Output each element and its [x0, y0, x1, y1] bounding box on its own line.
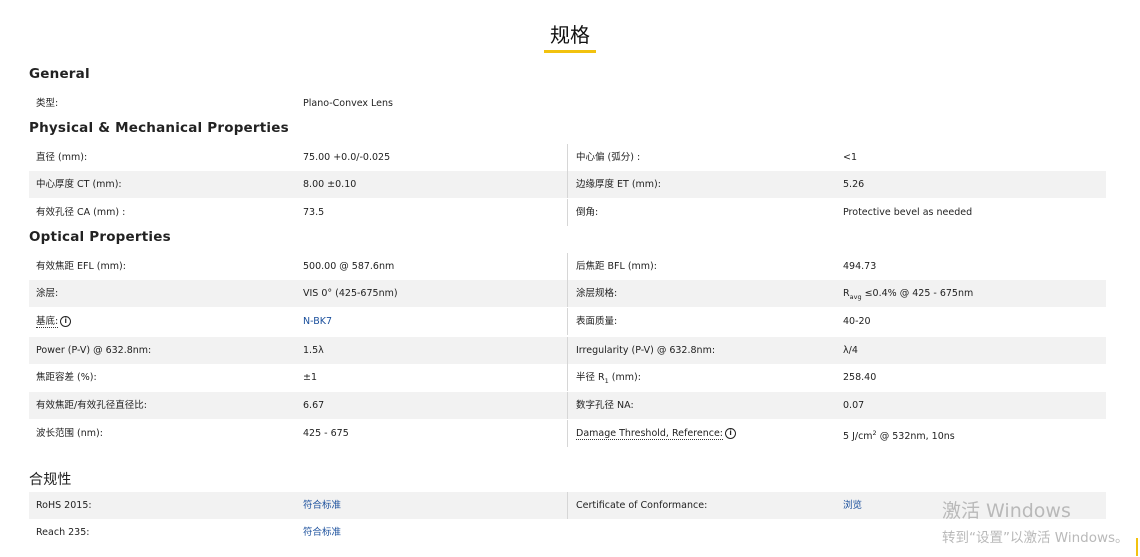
spec-label-coc: Certificate of Conformance: [576, 500, 708, 511]
coating-spec-sub: avg [849, 292, 862, 301]
radius-label-prefix: 半径 R [576, 372, 605, 383]
watermark-line2: 转到“设置”以激活 Windows。 [942, 530, 1129, 546]
section-heading-compliance: 合规性 [29, 472, 72, 488]
coating-spec-r: R [843, 288, 850, 299]
coc-view-link[interactable]: 浏览 [843, 492, 862, 519]
page-title: 规格 [544, 22, 596, 53]
column-divider [567, 280, 568, 307]
spec-label-ct: 中心厚度 CT (mm): [36, 179, 122, 190]
damage-label-text[interactable]: Damage Threshold, Reference: [576, 428, 724, 440]
section-heading-physical: Physical & Mechanical Properties [29, 120, 289, 136]
spec-value-et: 5.26 [843, 179, 865, 190]
spec-label-focal-tol: 焦距容差 (%): [36, 372, 97, 383]
column-divider [567, 171, 568, 198]
column-divider [567, 392, 568, 419]
info-icon[interactable]: i [725, 428, 737, 439]
windows-activation-watermark: 激活 Windows 转到“设置”以激活 Windows。 [942, 496, 1129, 546]
spec-label-type: 类型: [36, 98, 59, 109]
page-title-wrap: 规格 [0, 22, 1140, 53]
coating-spec-rest: ≤0.4% @ 425 - 675nm [861, 288, 974, 299]
edge-accent-mark [1136, 538, 1138, 556]
spec-value-bevel: Protective bevel as needed [843, 207, 973, 218]
spec-value-ct: 8.00 ±0.10 [303, 179, 357, 190]
spec-label-bevel: 倒角: [576, 207, 599, 218]
spec-value-na: 0.07 [843, 400, 865, 411]
column-divider [567, 144, 568, 171]
spec-label-efl: 有效焦距 EFL (mm): [36, 261, 126, 272]
spec-row-coating: 涂层: VIS 0° (425-675nm) 涂层规格: Ravg ≤0.4% … [29, 280, 1106, 307]
spec-label-power: Power (P-V) @ 632.8nm: [36, 345, 152, 356]
spec-value-power: 1.5λ [303, 345, 324, 356]
column-divider [567, 308, 568, 335]
column-divider [567, 337, 568, 364]
spec-label-coating-spec: 涂层规格: [576, 288, 618, 299]
spec-value-damage: 5 J/cm2 @ 532nm, 10ns [843, 420, 955, 450]
spec-label-ca: 有效孔径 CA (mm) : [36, 207, 126, 218]
spec-row-aperture: 有效孔径 CA (mm) : 73.5 倒角: Protective bevel… [29, 199, 1106, 226]
spec-value-fnum: 6.67 [303, 400, 325, 411]
spec-label-radius: 半径 R1 (mm): [576, 364, 641, 395]
spec-value-type: Plano-Convex Lens [303, 98, 393, 109]
spec-label-centering: 中心偏 (弧分) : [576, 152, 641, 163]
watermark-line1: 激活 Windows [942, 500, 1071, 522]
spec-value-coating-spec: Ravg ≤0.4% @ 425 - 675nm [843, 280, 973, 311]
column-divider [567, 492, 568, 519]
substrate-label-text[interactable]: 基底: [36, 316, 59, 328]
spec-value-efl: 500.00 @ 587.6nm [303, 261, 395, 272]
spec-label-coating: 涂层: [36, 288, 59, 299]
spec-label-irregularity: Irregularity (P-V) @ 632.8nm: [576, 345, 716, 356]
info-icon[interactable]: i [60, 316, 72, 327]
spec-row-focal: 有效焦距 EFL (mm): 500.00 @ 587.6nm 后焦距 BFL … [29, 253, 1106, 280]
spec-value-focal-tol: ±1 [303, 372, 318, 383]
spec-label-fnum: 有效焦距/有效孔径直径比: [36, 400, 147, 411]
spec-row-substrate: 基底: i N-BK7 表面质量: 40-20 [29, 308, 1106, 335]
spec-label-surface-quality: 表面质量: [576, 316, 618, 327]
damage-value-rest: @ 532nm, 10ns [876, 431, 955, 443]
spec-row-tolerance: 焦距容差 (%): ±1 半径 R1 (mm): 258.40 [29, 364, 1106, 391]
rohs-link[interactable]: 符合标准 [303, 492, 341, 519]
spec-row-power: Power (P-V) @ 632.8nm: 1.5λ Irregularity… [29, 337, 1106, 364]
spec-label-reach: Reach 235: [36, 527, 90, 538]
spec-row-wavelength: 波长范围 (nm): 425 - 675 Damage Threshold, R… [29, 420, 1106, 447]
column-divider [567, 253, 568, 280]
spec-row-fnumber: 有效焦距/有效孔径直径比: 6.67 数字孔径 NA: 0.07 [29, 392, 1106, 419]
spec-value-bfl: 494.73 [843, 261, 877, 272]
spec-label-et: 边缘厚度 ET (mm): [576, 179, 661, 190]
spec-value-wavelength: 425 - 675 [303, 428, 349, 439]
column-divider [567, 420, 568, 447]
spec-value-centering: <1 [843, 152, 858, 163]
spec-label-bfl: 后焦距 BFL (mm): [576, 261, 657, 272]
spec-value-ca: 73.5 [303, 207, 325, 218]
spec-value-diameter: 75.00 +0.0/-0.025 [303, 152, 391, 163]
spec-row-diameter: 直径 (mm): 75.00 +0.0/-0.025 中心偏 (弧分) : <1 [29, 144, 1106, 171]
spec-row-thickness: 中心厚度 CT (mm): 8.00 ±0.10 边缘厚度 ET (mm): 5… [29, 171, 1106, 198]
section-heading-general: General [29, 66, 90, 82]
spec-value-surface-quality: 40-20 [843, 316, 871, 327]
spec-label-rohs: RoHS 2015: [36, 500, 92, 511]
radius-label-rest: (mm): [608, 372, 641, 383]
spec-value-irregularity: λ/4 [843, 345, 858, 356]
spec-label-na: 数字孔径 NA: [576, 400, 634, 411]
spec-label-damage[interactable]: Damage Threshold, Reference: i [576, 420, 737, 447]
spec-label-wavelength: 波长范围 (nm): [36, 428, 103, 439]
spec-label-substrate[interactable]: 基底: i [36, 308, 72, 335]
spec-label-diameter: 直径 (mm): [36, 152, 88, 163]
substrate-link[interactable]: N-BK7 [303, 308, 332, 335]
section-heading-optical: Optical Properties [29, 229, 171, 245]
column-divider [567, 364, 568, 391]
spec-row-type: 类型: Plano-Convex Lens [29, 90, 1106, 117]
damage-value-prefix: 5 J/cm [843, 431, 873, 443]
spec-value-coating: VIS 0° (425-675nm) [303, 288, 398, 299]
column-divider [567, 199, 568, 226]
reach-link[interactable]: 符合标准 [303, 519, 341, 546]
spec-value-radius: 258.40 [843, 372, 877, 383]
